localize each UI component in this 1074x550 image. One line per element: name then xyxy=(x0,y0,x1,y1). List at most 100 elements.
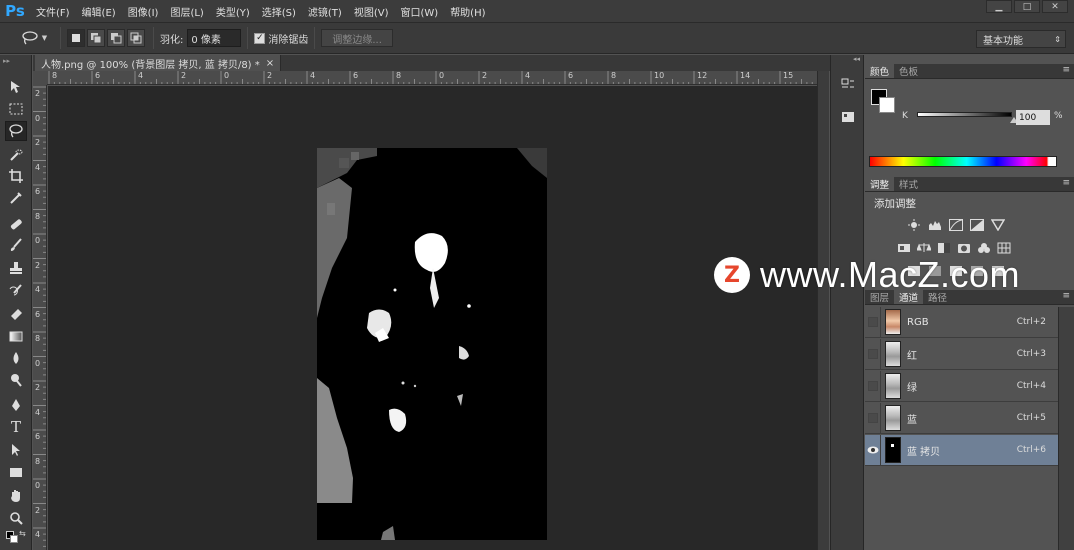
menu-help[interactable]: 帮助(H) xyxy=(444,4,491,19)
channel-mixer-icon[interactable] xyxy=(977,242,991,254)
document-tab[interactable]: 人物.png @ 100% (背景图层 拷贝, 蓝 拷贝/8) * × xyxy=(35,55,282,71)
new-selection-button[interactable] xyxy=(67,29,85,47)
menu-file[interactable]: 文件(F) xyxy=(30,4,76,19)
intersect-selection-icon xyxy=(130,32,142,44)
channel-row-green[interactable]: 绿 Ctrl+4 xyxy=(865,370,1058,402)
channel-thumbnail xyxy=(885,405,901,431)
intersect-selection-button[interactable] xyxy=(127,29,145,47)
channel-name: 红 xyxy=(907,350,917,362)
refine-edge-button[interactable]: 调整边缘... xyxy=(321,29,393,47)
healing-brush-tool[interactable] xyxy=(5,214,27,234)
color-lookup-icon[interactable] xyxy=(997,242,1011,254)
tab-color[interactable]: 颜色 xyxy=(865,64,895,78)
channel-shortcut: Ctrl+2 xyxy=(1016,317,1046,327)
dodge-tool[interactable] xyxy=(5,370,27,390)
divider xyxy=(153,27,154,49)
k-channel-label: K xyxy=(902,111,908,121)
hue-sat-icon[interactable] xyxy=(897,242,911,254)
type-icon: T xyxy=(10,418,21,436)
move-tool[interactable] xyxy=(5,77,27,97)
eraser-tool[interactable] xyxy=(5,303,27,323)
eyedropper-tool[interactable] xyxy=(5,188,27,208)
menu-select[interactable]: 选择(S) xyxy=(256,4,302,19)
channels-scrollbar[interactable] xyxy=(1058,307,1074,550)
tab-swatches[interactable]: 色板 xyxy=(894,64,923,78)
lasso-tool[interactable] xyxy=(5,121,27,141)
channel-row-rgb[interactable]: RGB Ctrl+2 xyxy=(865,306,1058,338)
menu-image[interactable]: 图像(I) xyxy=(122,4,165,19)
exposure-icon[interactable] xyxy=(970,219,984,231)
visibility-toggle[interactable] xyxy=(865,338,881,370)
color-spectrum[interactable] xyxy=(869,156,1057,167)
clone-stamp-tool[interactable] xyxy=(5,258,27,278)
blur-tool[interactable] xyxy=(5,348,27,368)
document-image[interactable] xyxy=(317,148,547,540)
maximize-button[interactable]: □ xyxy=(1014,0,1040,13)
brush-tool[interactable] xyxy=(5,235,27,255)
antialias-checkbox[interactable]: ✓ xyxy=(254,32,266,44)
chevron-down-icon: ▼ xyxy=(41,34,48,42)
menu-edit[interactable]: 编辑(E) xyxy=(76,4,122,19)
panel-menu-icon[interactable]: ≡ xyxy=(1062,291,1070,301)
visibility-toggle[interactable] xyxy=(865,402,881,434)
photo-filter-icon[interactable] xyxy=(957,242,971,254)
channel-row-blue[interactable]: 蓝 Ctrl+5 xyxy=(865,402,1058,434)
workspace-value: 基本功能 xyxy=(983,35,1023,47)
add-selection-button[interactable] xyxy=(87,29,105,47)
ruler-label: 8 xyxy=(52,71,58,80)
history-brush-tool[interactable] xyxy=(5,281,27,301)
ruler-label: 6 xyxy=(568,71,574,80)
tab-adjustments[interactable]: 调整 xyxy=(865,177,895,191)
panel-menu-icon[interactable]: ≡ xyxy=(1062,65,1070,75)
vibrance-icon[interactable] xyxy=(991,219,1005,231)
subtract-selection-button[interactable] xyxy=(107,29,125,47)
visibility-toggle[interactable] xyxy=(865,434,881,466)
history-panel-button[interactable] xyxy=(837,75,859,95)
menu-type[interactable]: 类型(Y) xyxy=(210,4,256,19)
pen-tool[interactable] xyxy=(5,395,27,415)
add-selection-icon xyxy=(91,33,102,44)
feather-input[interactable]: 0 像素 xyxy=(187,29,242,47)
menu-view[interactable]: 视图(V) xyxy=(348,4,395,19)
collapse-toolbar-icon[interactable]: ▸▸ xyxy=(3,57,10,65)
k-slider[interactable] xyxy=(917,112,1012,117)
path-selection-tool[interactable] xyxy=(5,440,27,460)
panel-menu-icon[interactable]: ≡ xyxy=(1062,178,1070,188)
zoom-tool[interactable] xyxy=(5,508,27,528)
swap-colors-icon[interactable]: ⇆ xyxy=(6,529,26,545)
hand-tool[interactable] xyxy=(5,486,27,506)
menu-filter[interactable]: 滤镜(T) xyxy=(302,4,348,19)
visibility-toggle[interactable] xyxy=(865,370,881,402)
type-tool[interactable]: T xyxy=(5,417,27,437)
close-tab-icon[interactable]: × xyxy=(266,58,274,69)
ruler-label: 2 xyxy=(35,260,41,270)
lasso-icon xyxy=(22,31,38,45)
menu-layer[interactable]: 图层(L) xyxy=(164,4,209,19)
workspace-select[interactable]: 基本功能 ⇕ xyxy=(976,30,1066,48)
color-balance-icon[interactable] xyxy=(917,242,931,254)
minimize-button[interactable]: ▁ xyxy=(986,0,1012,13)
gradient-tool[interactable] xyxy=(5,326,27,346)
curves-icon[interactable] xyxy=(949,219,963,231)
close-window-button[interactable]: ✕ xyxy=(1042,0,1068,13)
menu-window[interactable]: 窗口(W) xyxy=(394,4,444,19)
marquee-tool[interactable] xyxy=(5,99,27,119)
channel-row-red[interactable]: 红 Ctrl+3 xyxy=(865,338,1058,370)
collapse-dock-icon[interactable]: ◂◂ xyxy=(853,55,860,63)
levels-icon[interactable] xyxy=(928,219,942,231)
channel-row-blue-copy[interactable]: 蓝 拷贝 Ctrl+6 xyxy=(865,434,1058,466)
vertical-scrollbar[interactable] xyxy=(817,71,829,550)
brush-icon xyxy=(10,238,22,251)
tab-styles[interactable]: 样式 xyxy=(894,177,923,191)
k-value-input[interactable]: 100 xyxy=(1016,110,1050,125)
eye-icon xyxy=(867,446,878,454)
brightness-icon[interactable] xyxy=(907,219,921,231)
bw-icon[interactable] xyxy=(937,242,951,254)
quick-selection-tool[interactable] xyxy=(5,145,27,165)
visibility-toggle[interactable] xyxy=(865,306,881,338)
tool-preset-picker[interactable]: ▼ xyxy=(14,31,54,45)
properties-panel-button[interactable] xyxy=(837,107,859,127)
background-color[interactable] xyxy=(879,97,895,113)
shape-tool[interactable] xyxy=(5,462,27,482)
crop-tool[interactable] xyxy=(5,166,27,186)
